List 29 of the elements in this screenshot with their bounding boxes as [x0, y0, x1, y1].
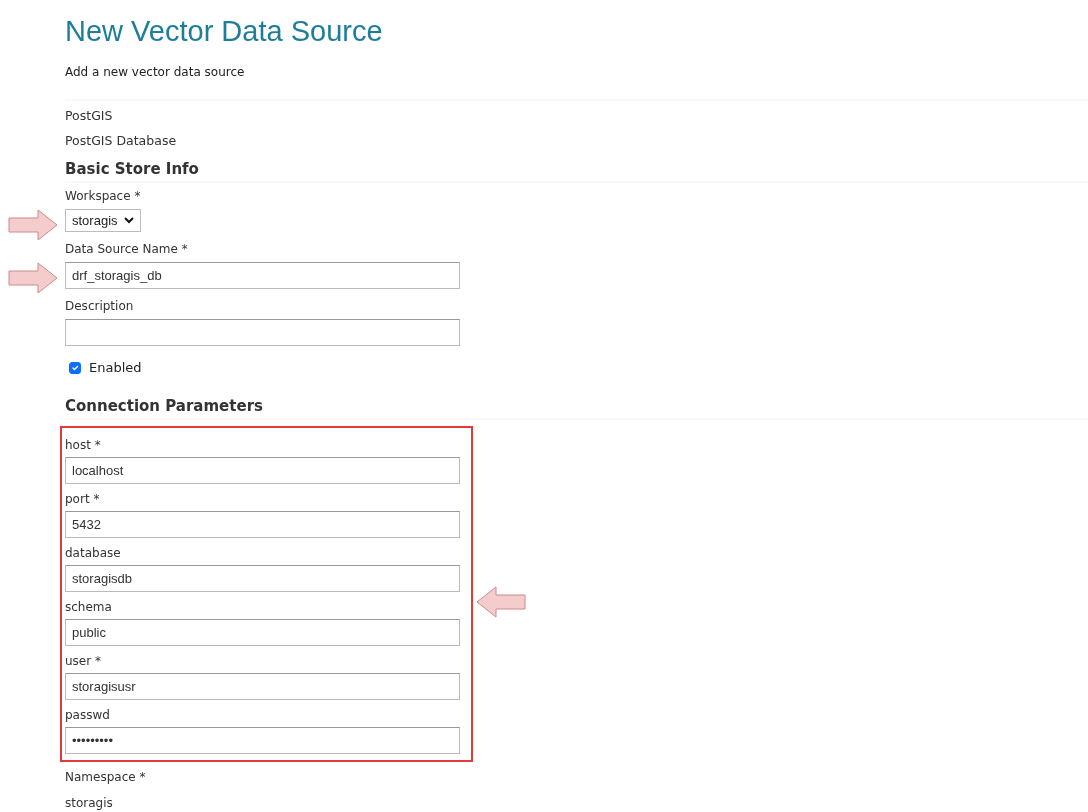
input-field[interactable]: public: [65, 618, 460, 646]
page-subtitle: Add a new vector data source: [65, 63, 246, 81]
page-title: New Vector Data Source: [65, 14, 384, 49]
field-label: Workspace *: [65, 187, 142, 205]
field-label: schema: [65, 598, 113, 616]
field-label: passwd: [65, 706, 111, 724]
input-field[interactable]: drf_storagis_db: [65, 261, 460, 289]
workspace-dropdown[interactable]: storagis: [65, 208, 141, 232]
section-heading: Connection Parameters: [65, 396, 264, 418]
field-label: user *: [65, 652, 102, 670]
field-label: database: [65, 544, 122, 562]
field-label: Data Source Name *: [65, 240, 189, 258]
input-field[interactable]: [65, 318, 460, 346]
field-label: Description: [65, 297, 135, 315]
input-field[interactable]: storagisdb: [65, 564, 460, 592]
store-description: PostGIS Database: [65, 131, 178, 150]
field-label: Namespace *: [65, 768, 147, 786]
input-field[interactable]: storagisusr: [65, 672, 460, 700]
enabled-checkbox[interactable]: [69, 361, 81, 374]
caret-icon: [123, 216, 134, 225]
field-label: host *: [65, 436, 102, 454]
section-heading: Basic Store Info: [65, 159, 200, 181]
input-field[interactable]: 5432: [65, 510, 460, 538]
field-label: port *: [65, 490, 101, 508]
store-type: PostGIS: [65, 106, 114, 125]
input-field[interactable]: localhost: [65, 456, 460, 484]
namespace-value: storagis: [65, 794, 114, 812]
input-field[interactable]: •••••••••: [65, 726, 460, 754]
checkbox-label: Enabled: [89, 358, 142, 377]
